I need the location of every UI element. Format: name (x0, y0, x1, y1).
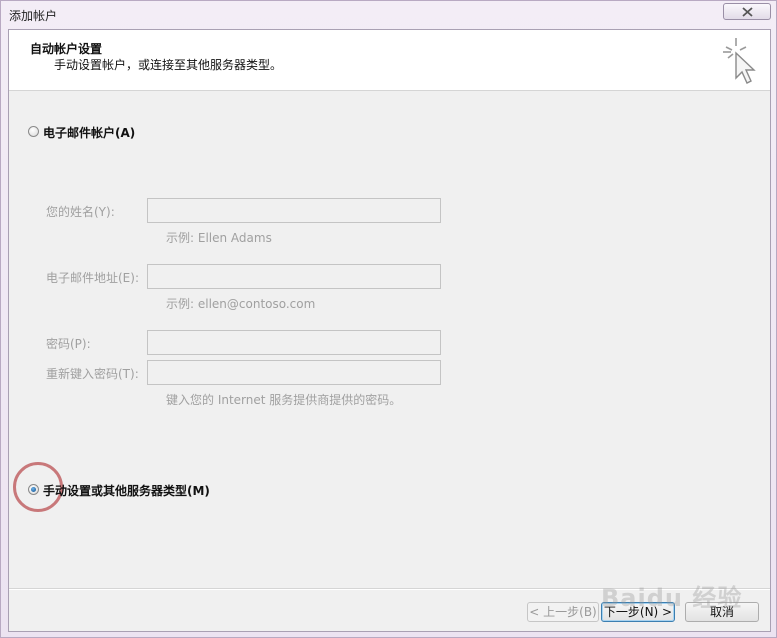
name-hint: 示例: Ellen Adams (166, 231, 272, 245)
close-button[interactable] (723, 3, 771, 20)
email-hint: 示例: ellen@contoso.com (166, 297, 316, 311)
header-title: 自动帐户设置 (30, 42, 103, 56)
manual-setup-radio[interactable] (28, 484, 39, 495)
name-input[interactable] (147, 198, 441, 223)
wizard-sparkle-cursor-icon (723, 38, 756, 84)
wizard-client-area: 自动帐户设置 手动设置帐户，或连接至其他服务器类型。 电子邮件帐户(A) 您的姓… (8, 29, 771, 632)
window-title: 添加帐户 (9, 9, 58, 23)
add-account-window: 添加帐户 自动帐户设置 手动设置帐户，或连接至其他服务器类型。 电子邮件帐户(A… (0, 0, 777, 638)
email-input[interactable] (147, 264, 441, 289)
footer-divider (9, 588, 770, 590)
password-label: 密码(P): (46, 337, 91, 351)
email-label: 电子邮件地址(E): (46, 271, 139, 285)
header-subtitle: 手动设置帐户，或连接至其他服务器类型。 (54, 58, 283, 72)
wizard-header: 自动帐户设置 手动设置帐户，或连接至其他服务器类型。 (9, 30, 770, 91)
retype-password-label: 重新键入密码(T): (46, 367, 139, 381)
manual-setup-label[interactable]: 手动设置或其他服务器类型(M) (43, 482, 210, 499)
email-account-label[interactable]: 电子邮件帐户(A) (43, 124, 135, 141)
title-bar: 添加帐户 (1, 1, 776, 29)
password-hint: 键入您的 Internet 服务提供商提供的密码。 (166, 393, 402, 407)
password-input[interactable] (147, 330, 441, 355)
back-button[interactable]: < 上一步(B) (527, 602, 599, 622)
cancel-button[interactable]: 取消 (685, 602, 759, 622)
email-account-radio[interactable] (28, 126, 39, 137)
name-label: 您的姓名(Y): (46, 205, 115, 219)
next-button[interactable]: 下一步(N) > (601, 602, 675, 622)
close-icon (742, 7, 753, 17)
retype-password-input[interactable] (147, 360, 441, 385)
